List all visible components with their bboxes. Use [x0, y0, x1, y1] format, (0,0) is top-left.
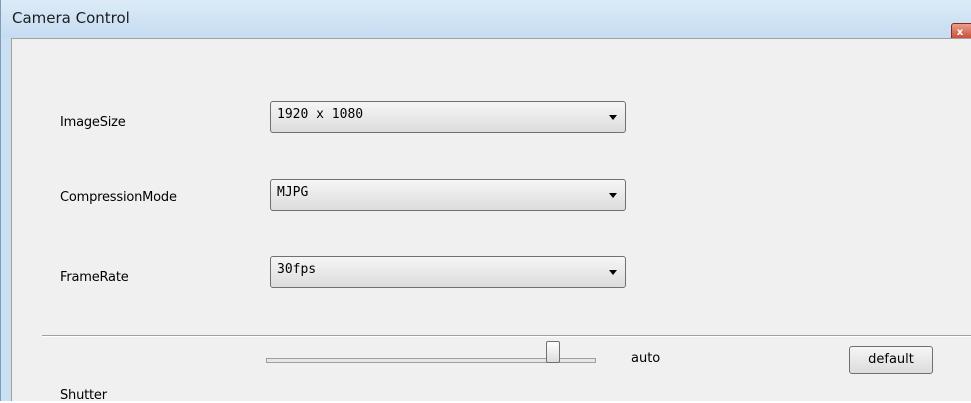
chevron-down-icon — [609, 270, 617, 275]
chevron-down-icon — [609, 115, 617, 120]
frame-rate-value: 30fps — [277, 262, 317, 277]
frame-rate-label: FrameRate — [60, 270, 129, 285]
image-size-value: 1920 x 1080 — [277, 107, 364, 122]
camera-control-window: Camera Control x ImageSize 1920 x 1080 C… — [0, 0, 971, 403]
client-area: ImageSize 1920 x 1080 CompressionMode MJ… — [11, 38, 971, 403]
image-size-label: ImageSize — [60, 115, 126, 130]
compression-mode-label: CompressionMode — [60, 190, 177, 205]
shutter-default-button[interactable]: default — [849, 346, 933, 374]
chevron-down-icon — [609, 193, 617, 198]
section-divider — [42, 335, 971, 337]
compression-mode-value: MJPG — [277, 185, 309, 200]
window-title: Camera Control — [12, 9, 130, 27]
shutter-mode-text: auto — [631, 351, 661, 366]
image-size-dropdown[interactable]: 1920 x 1080 — [270, 101, 626, 133]
shutter-slider-thumb[interactable] — [546, 341, 560, 363]
close-icon: x — [956, 27, 964, 38]
compression-mode-dropdown[interactable]: MJPG — [270, 179, 626, 211]
frame-rate-dropdown[interactable]: 30fps — [270, 256, 626, 288]
title-bar[interactable]: Camera Control x — [1, 0, 971, 41]
